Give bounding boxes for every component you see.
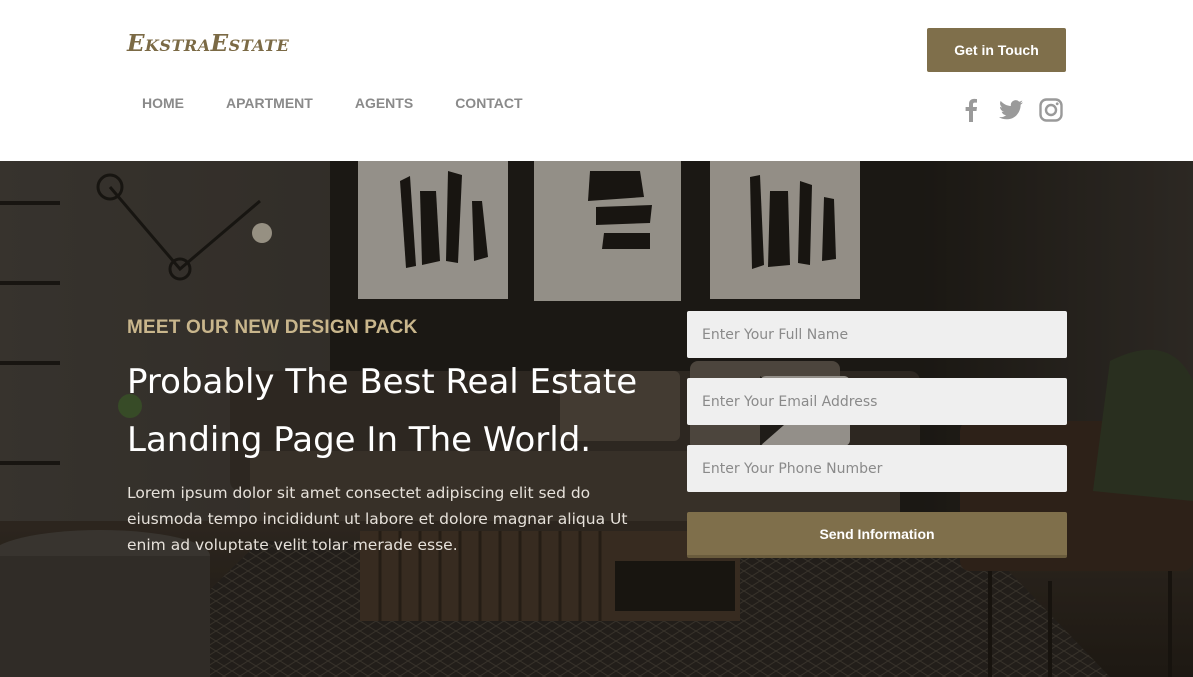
hero-headline: Probably The Best Real Estate Landing Pa… bbox=[127, 362, 638, 460]
facebook-icon[interactable] bbox=[958, 97, 984, 123]
hero-eyebrow: MEET OUR NEW DESIGN PACK bbox=[127, 317, 418, 338]
full-name-input[interactable] bbox=[687, 311, 1067, 358]
twitter-icon[interactable] bbox=[998, 97, 1024, 123]
contact-form: Send Information bbox=[687, 311, 1067, 558]
main-nav: HOME APARTMENT AGENTS CONTACT bbox=[130, 95, 553, 111]
get-in-touch-button[interactable]: Get in Touch bbox=[927, 28, 1066, 72]
instagram-icon[interactable] bbox=[1038, 97, 1064, 123]
nav-item-agents[interactable]: AGENTS bbox=[343, 95, 413, 111]
nav-item-contact[interactable]: CONTACT bbox=[443, 95, 522, 111]
email-input[interactable] bbox=[687, 378, 1067, 425]
hero-description: Lorem ipsum dolor sit amet consectet adi… bbox=[127, 484, 628, 554]
hero-section: MEET OUR NEW DESIGN PACK Probably The Be… bbox=[0, 161, 1193, 677]
nav-item-apartment[interactable]: APARTMENT bbox=[214, 95, 313, 111]
logo[interactable]: EkstraEstate bbox=[127, 30, 289, 57]
phone-input[interactable] bbox=[687, 445, 1067, 492]
nav-item-home[interactable]: HOME bbox=[130, 95, 184, 111]
send-information-button[interactable]: Send Information bbox=[687, 512, 1067, 558]
social-links bbox=[958, 97, 1064, 123]
site-header: EkstraEstate HOME APARTMENT AGENTS CONTA… bbox=[0, 0, 1193, 161]
